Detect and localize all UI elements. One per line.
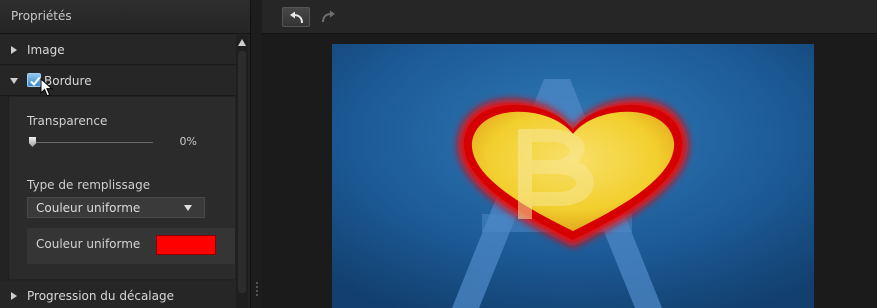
transparency-value: 0% — [179, 135, 197, 148]
preview-image — [332, 44, 814, 308]
bordure-checkbox[interactable] — [27, 73, 41, 87]
uniform-color-row: Couleur uniforme — [27, 228, 235, 264]
color-picker-swatch[interactable] — [156, 235, 216, 255]
redo-icon — [322, 10, 335, 23]
expand-arrow-icon[interactable] — [11, 292, 17, 300]
collapse-arrow-icon[interactable] — [10, 78, 18, 84]
section-image-header[interactable]: Image — [0, 35, 236, 65]
section-progression-label: Progression du décalage — [27, 289, 174, 303]
uniform-color-label: Couleur uniforme — [36, 237, 141, 251]
panel-title: Propriétés — [11, 9, 72, 23]
transparency-label: Transparence — [27, 114, 108, 128]
undo-icon — [290, 11, 303, 24]
bordure-settings: Transparence 0% Type de remplissage Coul… — [8, 97, 235, 279]
mouse-cursor-icon — [40, 78, 54, 97]
transparency-slider[interactable] — [31, 142, 153, 143]
scroll-up-icon[interactable] — [238, 39, 246, 46]
preview-toolbar — [262, 0, 877, 34]
fill-type-selected-value: Couleur uniforme — [36, 201, 141, 215]
section-image-label: Image — [27, 43, 65, 57]
expand-arrow-icon[interactable] — [11, 46, 17, 54]
chevron-down-icon[interactable] — [184, 205, 192, 211]
section-bordure-header[interactable]: Bordure — [0, 66, 236, 97]
properties-list: Image Bordure Transparence 0% Type de re… — [0, 35, 236, 308]
scrollbar-thumb[interactable] — [238, 51, 246, 293]
splitter-grip-icon[interactable] — [256, 282, 258, 298]
properties-panel: Propriétés Image Bordure Transparence 0% — [0, 0, 250, 308]
fill-type-dropdown[interactable]: Couleur uniforme — [27, 197, 205, 218]
transparency-slider-thumb[interactable] — [29, 137, 36, 147]
panel-header: Propriétés — [0, 0, 250, 34]
redo-button[interactable] — [314, 7, 342, 27]
preview-canvas[interactable] — [332, 44, 814, 308]
undo-button[interactable] — [282, 7, 310, 27]
preview-area — [262, 0, 877, 308]
panel-scrollbar[interactable] — [236, 35, 248, 308]
fill-type-label: Type de remplissage — [27, 178, 151, 192]
section-progression-header[interactable]: Progression du décalage — [0, 281, 236, 308]
